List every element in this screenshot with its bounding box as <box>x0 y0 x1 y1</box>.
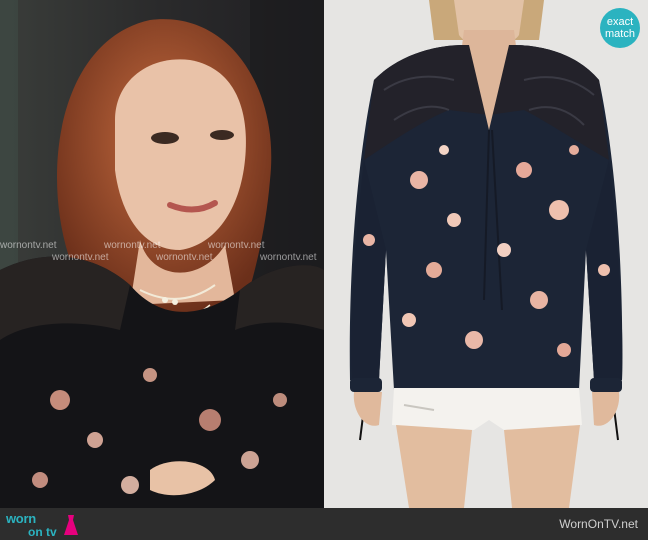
product-photo: exact match <box>324 0 648 508</box>
logo-text-bottom: on tv <box>28 525 57 539</box>
site-name[interactable]: WornOnTV.net <box>559 517 638 531</box>
logo-text-top: worn <box>6 511 36 526</box>
dress-icon <box>64 515 78 535</box>
badge-line2: match <box>605 28 635 40</box>
wornontv-logo[interactable]: worn on tv <box>4 511 84 539</box>
footer-bar: worn on tv WornOnTV.net <box>0 508 648 540</box>
exact-match-badge: exact match <box>600 8 640 48</box>
tv-still-photo: wornontv.net wornontv.net wornontv.net w… <box>0 0 324 508</box>
tv-still-illustration <box>0 0 324 508</box>
badge-line1: exact <box>606 16 634 28</box>
product-illustration <box>324 0 648 508</box>
